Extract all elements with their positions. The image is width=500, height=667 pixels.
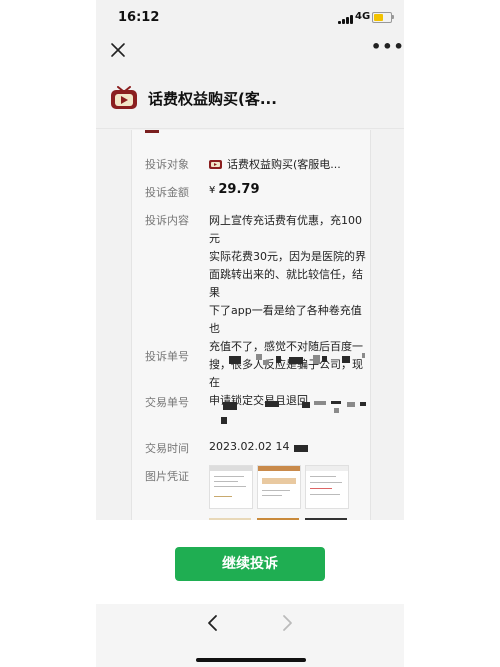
partial-logo-icon [145,130,159,133]
currency-symbol: ¥ [209,185,216,196]
battery-cap [392,15,394,19]
bottom-action-area: 继续投诉 [96,520,404,604]
target-value-text: 话费权益购买(客服电... [227,158,341,171]
continue-complaint-button[interactable]: 继续投诉 [175,547,325,581]
app-header: 话费权益购买(客... [96,72,404,129]
network-label: 4G [355,11,371,22]
back-arrow-icon[interactable] [206,614,220,632]
complaint-card: 投诉对象 话费权益购买(客服电... 投诉金额 ¥29.79 投诉内容 网上宣传… [131,130,371,520]
signal-icon [338,14,353,24]
evidence-thumbnail[interactable] [305,465,349,509]
evidence-label: 图片凭证 [145,470,189,483]
trade-time-label: 交易时间 [145,442,189,455]
target-value: 话费权益购买(客服电... [209,156,341,172]
trade-no-label: 交易单号 [145,396,189,409]
evidence-thumbnail[interactable] [209,465,253,509]
trade-time-redacted [294,445,308,452]
nav-bar: ••• [96,36,404,66]
battery-icon [372,12,392,23]
status-time: 16:12 [118,10,160,25]
browser-nav-bar [96,604,404,667]
content-label: 投诉内容 [145,214,189,227]
order-no-label: 投诉单号 [145,350,189,363]
merchant-logo-icon [209,160,222,169]
more-icon[interactable]: ••• [371,37,404,56]
evidence-thumbnail[interactable] [257,465,301,509]
tv-logo-icon [111,86,137,109]
home-indicator[interactable] [196,658,306,662]
phone-screen: 16:12 4G ••• 话费权益购买(客... 投诉对象 话费权益购买(客服电… [96,0,404,667]
amount-value: ¥29.79 [209,182,260,197]
content-text: 网上宣传充话费有优惠，充100元 实际花费30元，因为是医院的界 面跳转出来的、… [209,214,366,407]
status-bar: 16:12 4G [96,0,404,36]
target-label: 投诉对象 [145,158,189,171]
amount-number: 29.79 [218,182,260,197]
close-icon[interactable] [108,40,128,60]
app-title: 话费权益购买(客... [148,90,277,108]
trade-time-value: 2023.02.02 14 [209,440,290,453]
forward-arrow-icon[interactable] [280,614,294,632]
amount-label: 投诉金额 [145,186,189,199]
